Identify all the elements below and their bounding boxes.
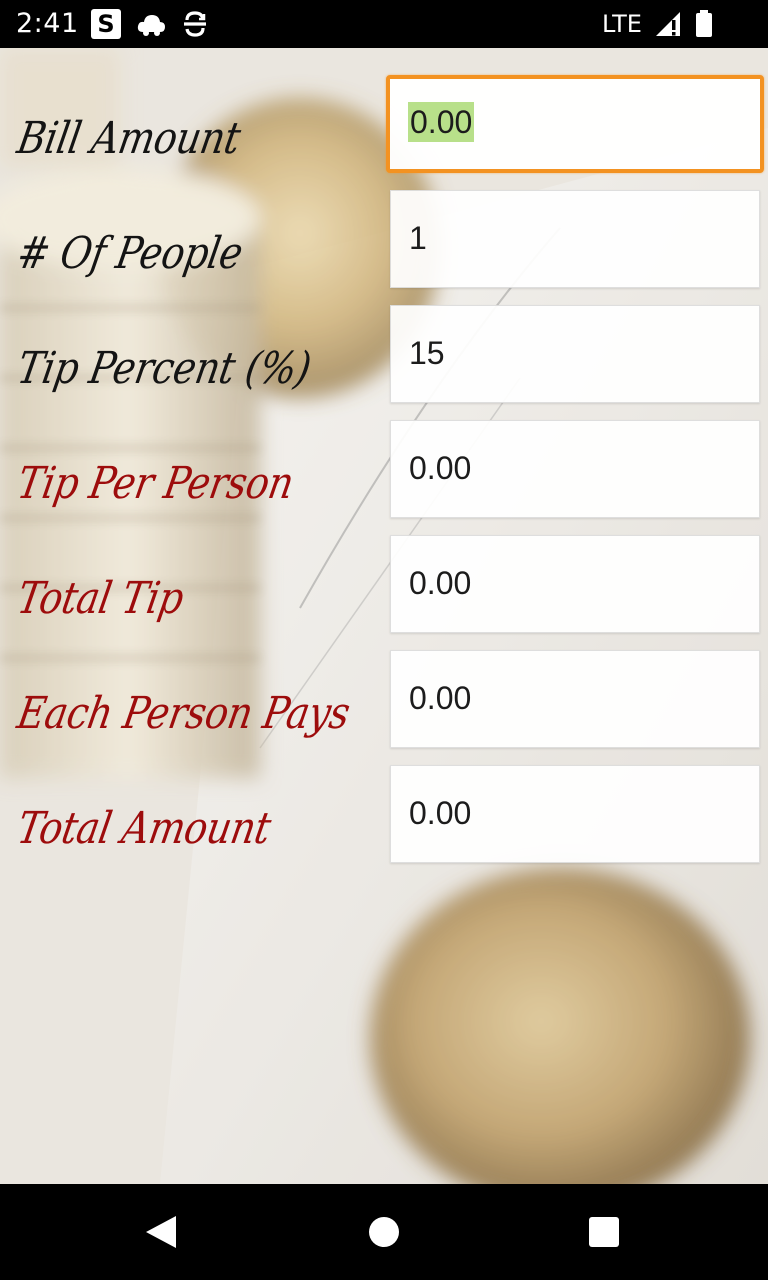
- home-button[interactable]: [324, 1184, 444, 1280]
- total-tip-value: 0.00: [409, 565, 472, 601]
- network-type: LTE: [602, 10, 642, 38]
- navigation-bar: [0, 1184, 768, 1280]
- total-amount-field[interactable]: 0.00: [390, 765, 760, 863]
- total-amount-value: 0.00: [409, 795, 472, 831]
- recents-icon: [589, 1217, 619, 1247]
- cloud-icon: [135, 8, 167, 40]
- people-count-input[interactable]: 1: [390, 190, 760, 288]
- tip-percent-input[interactable]: 15: [390, 305, 760, 403]
- tip-calculator: Bill Amount # Of People Tip Percent (%) …: [0, 48, 768, 1184]
- tip-percent-value: 15: [409, 335, 445, 371]
- bill-amount-value: 0.00: [408, 102, 475, 142]
- people-count-value: 1: [409, 220, 427, 256]
- each-person-pays-field[interactable]: 0.00: [390, 650, 760, 748]
- bill-amount-input[interactable]: 0.00: [386, 75, 764, 173]
- status-bar: 2:41 S LTE: [0, 0, 768, 48]
- app-screen: 2:41 S LTE Bill Amount # Of People Tip P…: [0, 0, 768, 1280]
- each-person-pays-value: 0.00: [409, 680, 472, 716]
- tip-per-person-field[interactable]: 0.00: [390, 420, 760, 518]
- tip-percent-label: Tip Percent (%): [13, 343, 315, 394]
- battery-icon: [694, 8, 714, 40]
- home-icon: [369, 1217, 399, 1247]
- each-person-pays-label: Each Person Pays: [13, 688, 354, 739]
- status-time: 2:41: [16, 8, 79, 39]
- bill-amount-label: Bill Amount: [13, 113, 244, 164]
- s-app-icon: S: [91, 9, 121, 39]
- signal-icon: [654, 8, 684, 40]
- people-count-label: # Of People: [13, 228, 247, 279]
- back-button[interactable]: [100, 1184, 220, 1280]
- tip-per-person-value: 0.00: [409, 450, 472, 486]
- sync-icon: [181, 8, 209, 40]
- recents-button[interactable]: [544, 1184, 664, 1280]
- total-tip-label: Total Tip: [13, 573, 188, 624]
- back-icon: [146, 1216, 176, 1248]
- total-amount-label: Total Amount: [13, 803, 275, 854]
- tip-per-person-label: Tip Per Person: [13, 458, 298, 509]
- total-tip-field[interactable]: 0.00: [390, 535, 760, 633]
